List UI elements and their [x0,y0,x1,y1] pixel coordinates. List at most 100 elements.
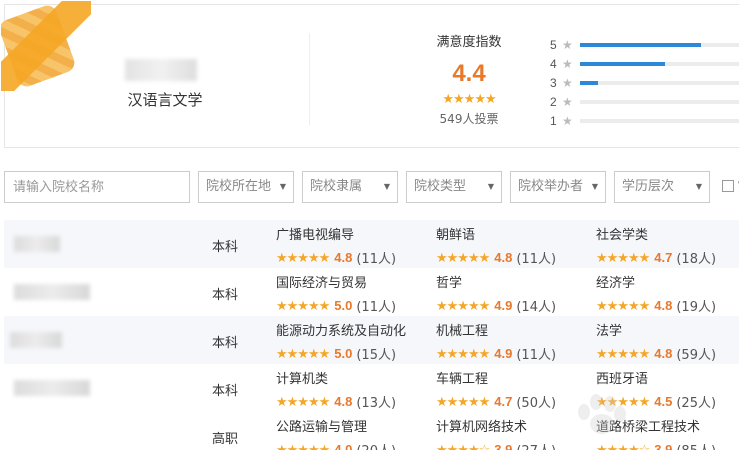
major-score: 4.8 [654,298,673,313]
major-name: 能源动力系统及自动化 [276,324,407,339]
major-name: 机械工程 [436,324,489,339]
major-score: 4.9 [494,346,513,361]
filter-bar: 院校所在地 ▼ 院校隶属 ▼ 院校类型 ▼ 院校举办者 ▼ 学历层次 ▼ 9 [4,171,739,203]
major-rating[interactable]: 朝鲜语 ★★★★★ 4.8 (11人) [436,224,596,267]
major-score: 4.0 [334,442,353,450]
rating-star-icons: ★★★★★ [276,297,330,313]
major-rating[interactable]: 公路运输与管理 ★★★★★ 4.0(20人) [276,416,436,450]
star-icon: ★ [562,113,573,128]
rating-count: (19人) [676,300,717,315]
major-rating[interactable]: 机械工程 ★★★★★ 4.9 (11人) [436,320,596,363]
major-rating[interactable]: 国际经济与贸易 ★★★★★ 5.0 (11人) [276,272,436,315]
major-rating[interactable]: 广播电视编导 ★★★★★ 4.8 (11人) [276,224,436,267]
rating-count: (14人) [516,300,557,315]
location-select[interactable]: 院校所在地 ▼ [198,171,294,203]
major-name: 车辆工程 [436,372,489,387]
major-rating[interactable]: 计算机类 ★★★★★ 4.8 (13人) [276,368,436,411]
rating-star-icons: ★★★★★ [596,249,650,265]
rating-count: (20人) [356,440,396,450]
rating-count: (59人) [676,348,717,363]
major-score: 3.9 [494,442,513,450]
table-row[interactable]: 本科 能源动力系统及自动化 ★★★★★ 5.0 (15人) 机械工程 ★★★★★ 4.… [4,316,739,364]
education-level: 本科 [212,384,239,399]
rating-count: (18人) [676,252,717,267]
major-score: 4.5 [654,394,673,409]
major-name: 哲学 [436,276,463,291]
rating-star-icons: ★★★★☆ [596,441,650,450]
rating-star-icons: ★★★★★ [276,345,330,361]
education-level: 本科 [212,240,239,255]
table-row[interactable]: 本科 广播电视编导 ★★★★★ 4.8 (11人) 朝鲜语 ★★★★★ 4.8 (11人… [4,220,739,268]
major-rating[interactable]: 经济学 ★★★★★ 4.8 (19人) [596,272,739,315]
major-rating[interactable]: 社会学类 ★★★★★ 4.7 (18人) [596,224,739,267]
rating-star-icons: ★★★★★ [596,297,650,313]
blurred-school-name [10,332,62,348]
rating-count: (11人) [356,300,397,315]
major-rating[interactable]: 能源动力系统及自动化 ★★★★★ 5.0 (15人) [276,320,436,363]
rating-star-icons: ★★★★★ [596,345,650,361]
filter-checkbox[interactable] [722,180,734,192]
major-rating[interactable]: 法学 ★★★★★ 4.8 (59人) [596,320,739,363]
major-name: 法学 [596,324,623,339]
chevron-down-icon: ▼ [487,182,494,191]
distribution-bar-track [580,61,739,66]
rating-count: (85人) [676,440,716,450]
school-search-input[interactable] [4,171,190,203]
major-name: 国际经济与贸易 [276,276,368,291]
rating-star-icons: ★★★★★ [276,393,330,409]
chevron-down-icon: ▼ [591,182,598,191]
rating-count: (11人) [516,252,557,267]
major-score: 5.0 [334,298,353,313]
distribution-bar-fill [580,42,701,47]
satisfaction-score-block: 满意度指数 4.4 ★★★★★ 549人投票 [415,31,523,127]
distribution-bar-track [580,80,739,85]
distribution-star-level: 1 [550,113,557,128]
major-name: 西班牙语 [596,372,649,387]
education-level-select[interactable]: 学历层次 ▼ [614,171,710,203]
school-type-select[interactable]: 院校类型 ▼ [406,171,502,203]
distribution-row: 4 ★ [550,54,739,73]
rating-star-icons: ★★★★★ [436,297,490,313]
star-icon: ★ [562,37,573,52]
satisfaction-score: 4.4 [452,60,486,87]
rating-count: (13人) [356,396,397,411]
major-score: 4.7 [494,394,513,409]
vote-count: 549人投票 [439,112,499,126]
organizer-select[interactable]: 院校举办者 ▼ [510,171,606,203]
major-rating[interactable]: 计算机网络技术 ★★★★☆ 3.9(27人) [436,416,596,450]
education-level: 本科 [212,336,239,351]
major-name: 公路运输与管理 [276,420,368,435]
distribution-row: 5 ★ [550,35,739,54]
distribution-row: 3 ★ [550,73,739,92]
major-title: 汉语言文学 [127,91,203,109]
major-name: 道路桥梁工程技术 [596,420,701,435]
major-score: 4.7 [654,250,673,265]
table-row[interactable]: 本科 计算机类 ★★★★★ 4.8 (13人) 车辆工程 ★★★★★ 4.7 (50人)… [4,364,739,412]
chevron-down-icon: ▼ [695,182,702,191]
distribution-bar-track [580,99,739,104]
education-level-select-label: 学历层次 [622,179,675,194]
blurred-school-name [14,380,90,396]
major-rating[interactable]: 西班牙语 ★★★★★ 4.5 (25人) [596,368,739,411]
distribution-row: 1 ★ [550,111,739,130]
distribution-bar-track [580,118,739,123]
distribution-bar-fill [580,80,598,85]
rating-star-icons: ★★★★★ [276,249,330,265]
affiliation-select-label: 院校隶属 [310,179,363,194]
major-score: 4.8 [334,394,353,409]
rating-star-icons: ★★★★★ [596,393,650,409]
major-rating[interactable]: 车辆工程 ★★★★★ 4.7 (50人) [436,368,596,411]
major-score: 4.9 [494,298,513,313]
major-rating[interactable]: 哲学 ★★★★★ 4.9 (14人) [436,272,596,315]
rating-star-icons: ★★★★★ [276,441,330,450]
table-row[interactable]: 高职 公路运输与管理 ★★★★★ 4.0(20人) 计算机网络技术 ★★★★☆ 3.… [4,412,739,450]
chevron-down-icon: ▼ [279,182,286,191]
table-row[interactable]: 本科 国际经济与贸易 ★★★★★ 5.0 (11人) 哲学 ★★★★★ 4.9 (14人… [4,268,739,316]
rating-star-icons: ★★★★★ [436,393,490,409]
affiliation-select[interactable]: 院校隶属 ▼ [302,171,398,203]
major-rating[interactable]: 道路桥梁工程技术 ★★★★☆ 3.9(85人) [596,416,739,450]
rating-count: (27人) [516,440,556,450]
distribution-star-level: 3 [550,75,557,90]
star-icon: ★ [562,94,573,109]
major-name: 朝鲜语 [436,228,476,243]
